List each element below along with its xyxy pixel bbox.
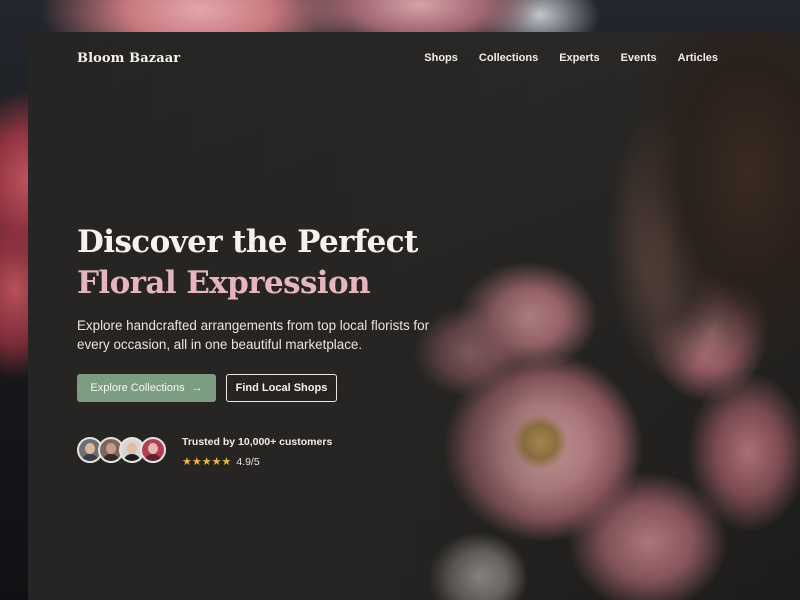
brand-logo[interactable]: Bloom Bazaar [77, 51, 180, 66]
nav-item-articles[interactable]: Articles [678, 52, 718, 64]
nav-item-shops[interactable]: Shops [424, 52, 458, 64]
trust-text: Trusted by 10,000+ customers [182, 436, 333, 448]
main-nav: Shops Collections Experts Events Article… [424, 52, 718, 64]
hero-subtitle: Explore handcrafted arrangements from to… [77, 318, 430, 352]
hero-title: Discover the Perfect Floral Expression [77, 222, 517, 304]
rating: ★★★★★ 4.9/5 [182, 455, 260, 468]
find-local-shops-button[interactable]: Find Local Shops [226, 374, 337, 402]
nav-item-collections[interactable]: Collections [479, 52, 538, 64]
avatar [140, 437, 166, 463]
explore-collections-button[interactable]: Explore Collections → [77, 374, 216, 402]
explore-collections-label: Explore Collections [90, 382, 185, 394]
nav-item-experts[interactable]: Experts [559, 52, 599, 64]
hero-title-main: Discover the Perfect [77, 224, 418, 260]
arrow-right-icon: → [191, 381, 203, 394]
customer-avatars [77, 437, 166, 463]
star-rating-icon: ★★★★★ [182, 455, 232, 468]
nav-item-events[interactable]: Events [621, 52, 657, 64]
rating-value: 4.9/5 [236, 455, 260, 468]
hero-title-accent: Floral Expression [77, 265, 371, 301]
hero-section: Bloom Bazaar Shops Collections Experts E… [28, 32, 800, 600]
